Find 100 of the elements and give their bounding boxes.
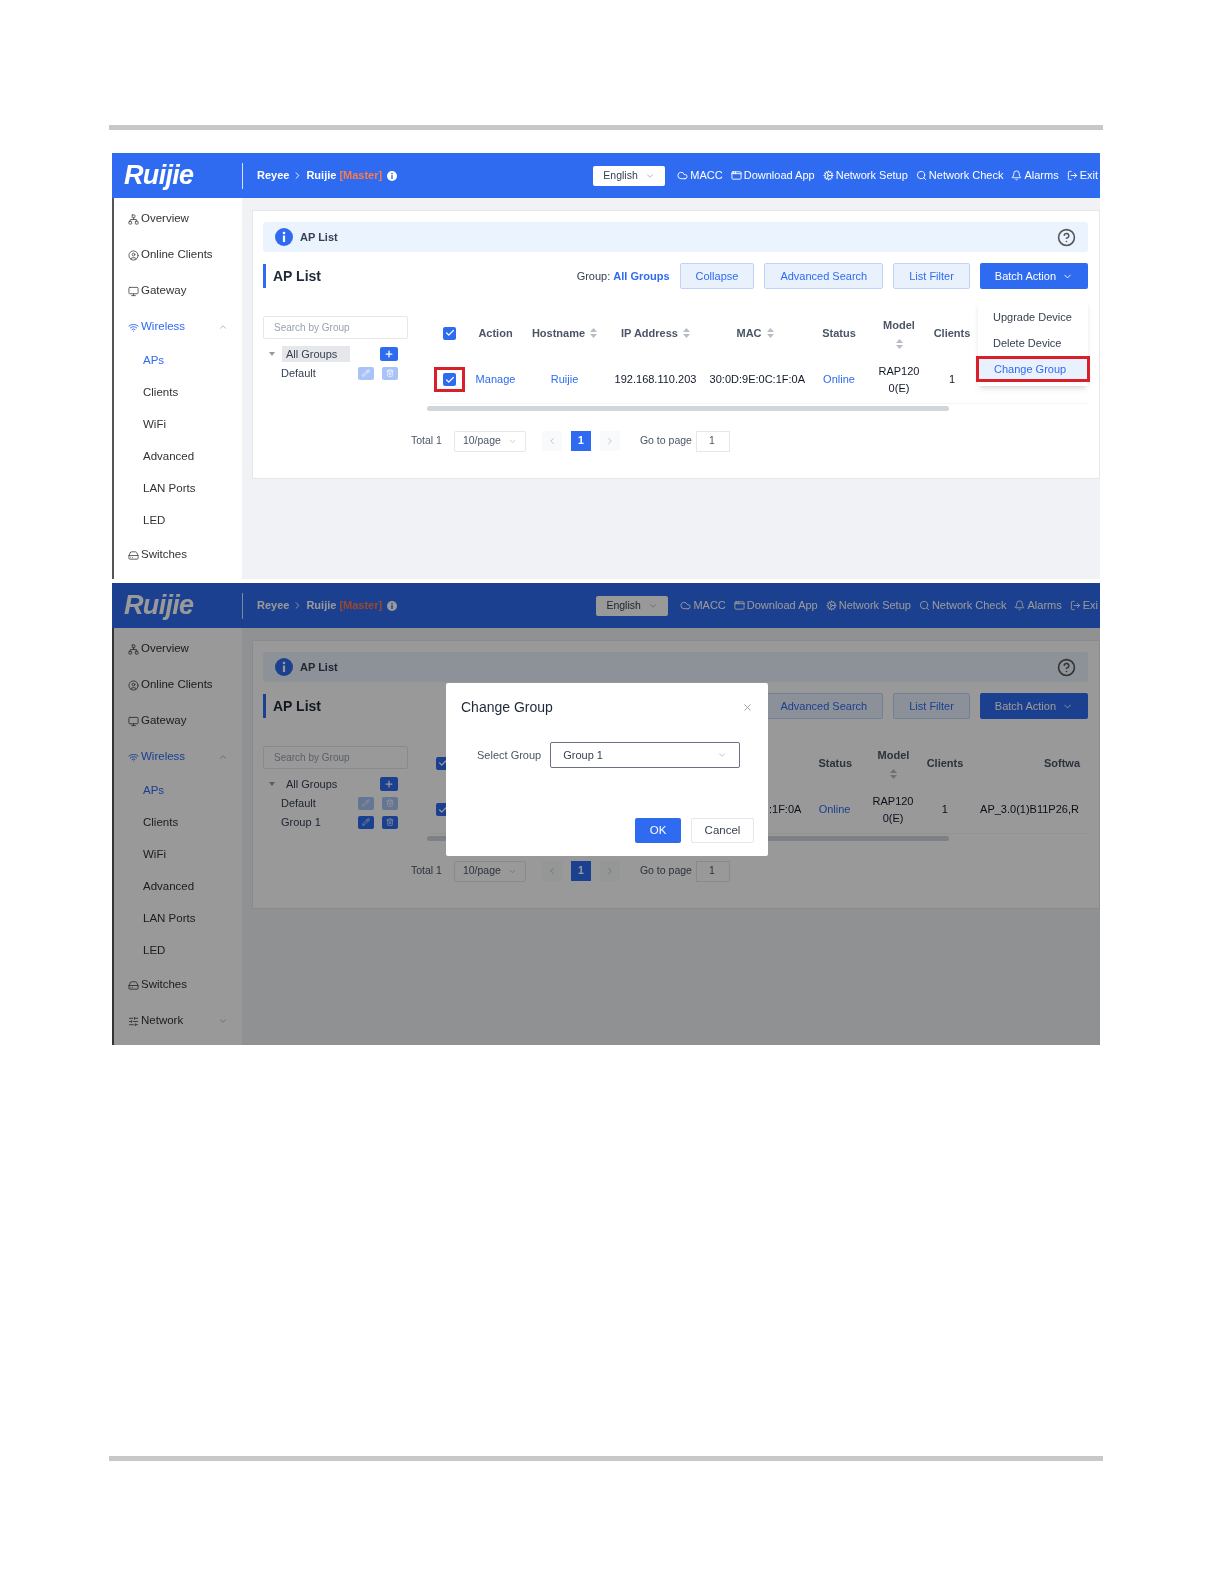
sidebar-subitem[interactable]: LED xyxy=(114,505,242,537)
breadcrumb-link[interactable]: Ruijie xyxy=(306,167,337,184)
sidebar-subitem[interactable]: LAN Ports xyxy=(114,473,242,505)
sidebar-subitem[interactable]: APs xyxy=(114,775,242,807)
menu-item[interactable]: Upgrade Device xyxy=(978,304,1088,330)
info-icon[interactable] xyxy=(387,600,398,611)
checkbox[interactable] xyxy=(443,326,456,340)
header-link[interactable]: Download App xyxy=(746,597,818,614)
sidebar-item[interactable]: Online Clients xyxy=(114,237,242,273)
close-icon[interactable] xyxy=(742,702,753,713)
batch-action-button[interactable]: Batch Action xyxy=(979,693,1088,719)
column-header: Clients xyxy=(926,755,964,771)
header-link[interactable]: Alarms xyxy=(1024,167,1059,184)
info-icon[interactable] xyxy=(387,170,398,181)
sidebar-item[interactable]: Switches xyxy=(114,967,242,1003)
add-button[interactable] xyxy=(380,777,398,791)
sort-icon[interactable] xyxy=(590,328,598,338)
table-cell-text: 1 xyxy=(941,802,948,818)
add-button[interactable] xyxy=(380,347,398,361)
header-link[interactable]: Alarms xyxy=(1027,597,1062,614)
plus-icon xyxy=(384,779,394,789)
header-link[interactable]: Exit xyxy=(1079,167,1098,184)
page-field[interactable]: 1 xyxy=(695,430,730,452)
caret-icon[interactable] xyxy=(269,352,275,356)
breadcrumb-link[interactable]: Reyee xyxy=(257,167,290,184)
sidebar-item[interactable]: Overview xyxy=(114,631,242,667)
table-link[interactable]: Manage xyxy=(475,371,516,388)
breadcrumb-link[interactable]: Reyee xyxy=(257,597,290,614)
menu-item[interactable]: Delete Device xyxy=(978,330,1088,356)
tree-item[interactable]: All Groups xyxy=(282,346,350,362)
goto-label: Go to page xyxy=(639,433,692,449)
table-link[interactable]: Ruijie xyxy=(550,371,579,388)
sidebar-subitem[interactable]: WiFi xyxy=(114,409,242,441)
sidebar-item[interactable]: Online Clients xyxy=(114,667,242,703)
banner-title: AP List xyxy=(300,659,338,675)
sidebar-item[interactable]: Gateway xyxy=(114,273,242,309)
menu-item[interactable]: Change Group xyxy=(976,356,1090,382)
group-label: Group: xyxy=(576,269,611,282)
header-link[interactable]: Download App xyxy=(743,167,815,184)
page-size-select[interactable]: 10/page xyxy=(453,860,526,882)
sort-icon[interactable] xyxy=(895,339,903,350)
header-link[interactable]: Network Setup xyxy=(838,597,911,614)
sidebar-item[interactable]: Wireless xyxy=(114,739,242,775)
sidebar-item[interactable]: Gateway xyxy=(114,703,242,739)
page-button[interactable]: 1 xyxy=(570,431,591,451)
page-button[interactable]: 1 xyxy=(570,861,591,881)
sidebar-subitem[interactable]: Advanced xyxy=(114,441,242,473)
toolbar-button[interactable]: Advanced Search xyxy=(764,263,884,289)
toolbar-button[interactable]: List Filter xyxy=(893,263,970,289)
sidebar-subitem[interactable]: WiFi xyxy=(114,839,242,871)
pencil-icon xyxy=(362,818,370,826)
goto-label: Go to page xyxy=(639,863,692,879)
language-select[interactable]: English xyxy=(596,595,669,616)
header-link[interactable]: Network Check xyxy=(928,167,1004,184)
cancel-button[interactable]: Cancel xyxy=(691,818,754,843)
page-size-select[interactable]: 10/page xyxy=(453,430,526,452)
user-circle-icon xyxy=(128,679,139,691)
header-link[interactable]: MACC xyxy=(693,597,726,614)
search-field[interactable]: Search by Group xyxy=(263,316,408,339)
sidebar-subitem[interactable]: LED xyxy=(114,935,242,967)
delete-button[interactable] xyxy=(382,815,398,829)
header-link[interactable]: Exi xyxy=(1082,597,1098,614)
sidebar-subitem[interactable]: Clients xyxy=(114,807,242,839)
checkbox[interactable] xyxy=(443,373,456,386)
header-link[interactable]: MACC xyxy=(690,167,723,184)
tree-item[interactable]: All Groups xyxy=(282,776,350,792)
page-field[interactable]: 1 xyxy=(695,860,730,882)
breadcrumb-link[interactable]: Ruijie xyxy=(306,597,337,614)
toolbar-button[interactable]: Collapse xyxy=(679,263,755,289)
info-icon xyxy=(275,228,293,246)
header-link[interactable]: Network Check xyxy=(931,597,1007,614)
sidebar-item[interactable]: Switches xyxy=(114,537,242,573)
language-select[interactable]: English xyxy=(593,165,666,186)
column-header: Status xyxy=(822,325,856,341)
batch-action-button[interactable]: Batch Action xyxy=(979,263,1088,289)
group-value[interactable]: All Groups xyxy=(613,269,670,282)
edit-button[interactable] xyxy=(358,815,374,829)
help-icon[interactable] xyxy=(1057,657,1076,677)
sidebar-subitem[interactable]: APs xyxy=(114,345,242,377)
sidebar-item[interactable]: Wireless xyxy=(114,309,242,345)
total-count: Total 1 xyxy=(411,863,442,879)
sidebar-item[interactable]: Network xyxy=(114,1003,242,1039)
column-header: Model xyxy=(877,747,910,763)
sidebar-item[interactable]: Overview xyxy=(114,201,242,237)
sort-icon[interactable] xyxy=(890,769,897,780)
sidebar-subitem[interactable]: Clients xyxy=(114,377,242,409)
ok-button[interactable]: OK xyxy=(635,818,681,843)
caret-icon[interactable] xyxy=(269,782,275,786)
column-header: Model xyxy=(883,317,915,333)
sidebar-subitem[interactable]: Advanced xyxy=(114,871,242,903)
toolbar-button[interactable]: List Filter xyxy=(893,693,970,719)
help-icon[interactable] xyxy=(1057,227,1076,247)
sort-icon[interactable] xyxy=(682,328,690,338)
scrollbar[interactable] xyxy=(427,406,949,411)
sort-icon[interactable] xyxy=(766,328,774,338)
sidebar-subitem[interactable]: LAN Ports xyxy=(114,903,242,935)
header-link[interactable]: Network Setup xyxy=(835,167,908,184)
field-label: Select Group xyxy=(477,747,542,763)
group-select[interactable]: Group 1 xyxy=(550,742,741,768)
tree-item[interactable]: Group 1 xyxy=(281,813,321,831)
